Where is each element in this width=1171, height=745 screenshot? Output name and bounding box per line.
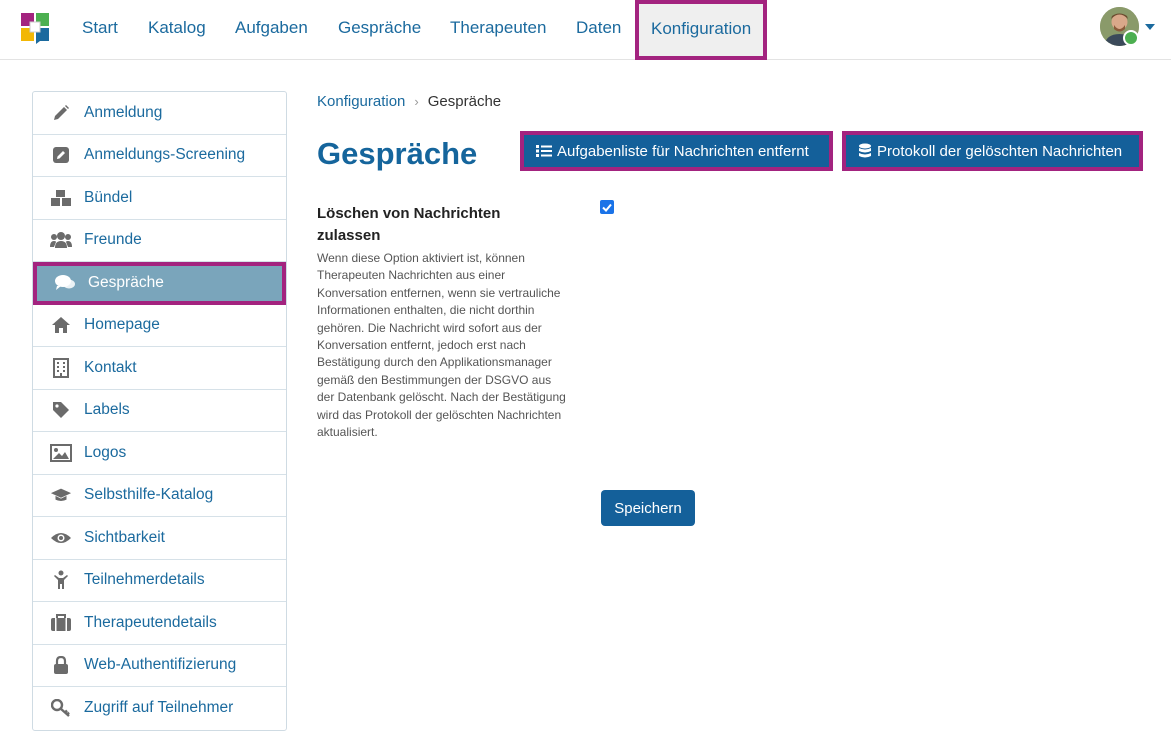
sidebar-item-teilnehmerdetails[interactable]: Teilnehmerdetails xyxy=(33,560,286,602)
deleted-log-button-label: Protokoll der gelöschten Nachrichten xyxy=(877,142,1123,160)
sidebar-item-label: Anmeldung xyxy=(84,103,163,121)
sidebar-item-web-authentifizierung[interactable]: Web-Authentifizierung xyxy=(33,645,286,687)
sidebar-item-logos[interactable]: Logos xyxy=(33,432,286,475)
sidebar-item-label: Web-Authentifizierung xyxy=(84,656,237,674)
tag-icon xyxy=(50,400,72,420)
page-title: Gespräche xyxy=(317,136,478,171)
nav-daten[interactable]: Daten xyxy=(576,0,621,57)
home-icon xyxy=(50,315,72,335)
sidebar-item-label: Zugriff auf Teilnehmer xyxy=(84,699,234,717)
top-navbar: Start Katalog Aufgaben Gespräche Therape… xyxy=(0,0,1171,60)
checkmark-icon xyxy=(602,203,612,212)
sidebar-item-label: Homepage xyxy=(84,316,160,334)
image-icon xyxy=(50,443,72,463)
nav-start[interactable]: Start xyxy=(82,0,118,57)
key-icon xyxy=(50,698,72,718)
comments-icon xyxy=(54,273,76,293)
lock-icon xyxy=(50,655,72,675)
nav-katalog[interactable]: Katalog xyxy=(148,0,206,57)
users-icon xyxy=(50,230,72,250)
sidebar-item-anmeldungs-screening[interactable]: Anmeldungs-Screening xyxy=(33,135,286,177)
sidebar-item-label: Selbsthilfe-Katalog xyxy=(84,486,214,504)
breadcrumb-current: Gespräche xyxy=(427,93,502,110)
allow-delete-checkbox[interactable] xyxy=(600,200,614,214)
setting-description: Wenn diese Option aktiviert ist, können … xyxy=(317,251,566,440)
status-badge-icon xyxy=(1123,30,1139,46)
sidebar-item-labels[interactable]: Labels xyxy=(33,390,286,432)
sidebar-item-label: Sichtbarkeit xyxy=(84,528,165,546)
sidebar-item-label: Therapeutendetails xyxy=(84,613,217,631)
briefcase-icon xyxy=(50,613,72,633)
sidebar-item-buendel[interactable]: Bündel xyxy=(33,177,286,220)
sidebar-item-label: Labels xyxy=(84,401,130,419)
chevron-down-icon[interactable] xyxy=(1145,24,1155,30)
sidebar-item-gespraeche[interactable]: Gespräche xyxy=(33,262,286,305)
eye-icon xyxy=(50,528,72,548)
graduation-cap-icon xyxy=(50,485,72,505)
sidebar-item-anmeldung[interactable]: Anmeldung xyxy=(33,92,286,135)
child-icon xyxy=(50,570,72,590)
database-icon xyxy=(858,143,872,159)
sidebar-item-zugriff-auf-teilnehmer[interactable]: Zugriff auf Teilnehmer xyxy=(33,687,286,730)
chevron-right-icon: › xyxy=(414,94,419,109)
sidebar-item-selbsthilfe-katalog[interactable]: Selbsthilfe-Katalog xyxy=(33,475,286,517)
sidebar: Anmeldung Anmeldungs-Screening Bündel Fr… xyxy=(32,91,287,731)
sidebar-item-therapeutendetails[interactable]: Therapeutendetails xyxy=(33,602,286,645)
app-logo[interactable] xyxy=(20,12,50,44)
list-icon xyxy=(536,144,552,158)
sidebar-item-kontakt[interactable]: Kontakt xyxy=(33,347,286,390)
nav-aufgaben[interactable]: Aufgaben xyxy=(235,0,308,57)
edit-square-icon xyxy=(50,145,72,165)
sidebar-item-freunde[interactable]: Freunde xyxy=(33,220,286,262)
sidebar-item-label: Bündel xyxy=(84,188,133,206)
building-icon xyxy=(50,357,72,378)
sidebar-item-sichtbarkeit[interactable]: Sichtbarkeit xyxy=(33,517,286,560)
nav-therapeuten[interactable]: Therapeuten xyxy=(450,0,546,57)
sidebar-item-label: Teilnehmerdetails xyxy=(84,571,205,589)
sidebar-item-label: Freunde xyxy=(84,231,142,249)
sidebar-item-label: Logos xyxy=(84,443,127,461)
breadcrumb-link-konfiguration[interactable]: Konfiguration xyxy=(317,93,405,110)
sidebar-item-label: Kontakt xyxy=(84,358,137,376)
save-button[interactable]: Speichern xyxy=(601,490,695,526)
nav-konfiguration[interactable]: Konfiguration xyxy=(635,0,768,60)
task-list-button[interactable]: Aufgabenliste für Nachrichten entfernt xyxy=(520,131,833,171)
sidebar-item-label: Anmeldungs-Screening xyxy=(84,146,246,164)
task-list-button-label: Aufgabenliste für Nachrichten entfernt xyxy=(557,142,809,160)
nav-gespraeche[interactable]: Gespräche xyxy=(338,0,421,57)
cubes-icon xyxy=(50,188,72,208)
sidebar-item-label: Gespräche xyxy=(88,274,164,292)
deleted-log-button[interactable]: Protokoll der gelöschten Nachrichten xyxy=(842,131,1143,171)
setting-label: Löschen von Nachrichten zulassen xyxy=(317,205,501,244)
pencil-icon xyxy=(50,103,72,123)
breadcrumb: Konfiguration › Gespräche xyxy=(317,93,501,110)
sidebar-item-homepage[interactable]: Homepage xyxy=(33,305,286,347)
